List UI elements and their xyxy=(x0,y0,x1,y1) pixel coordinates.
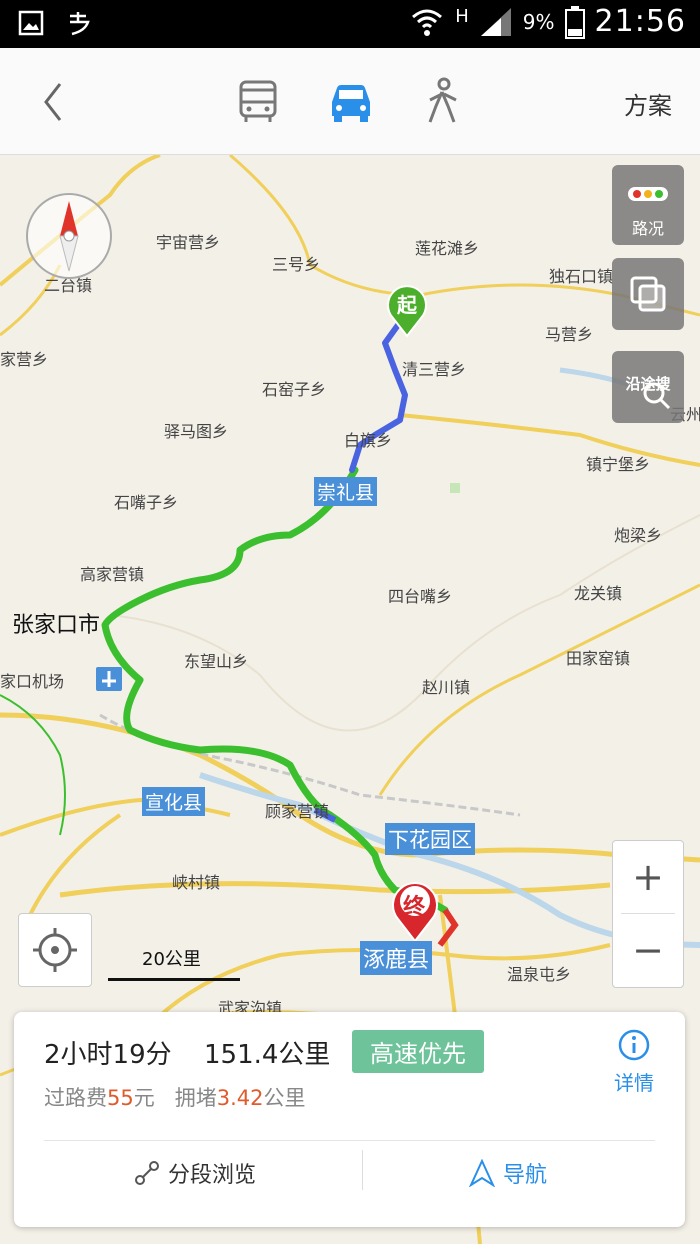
app-notification-icon xyxy=(70,12,90,36)
place-label: 四台嘴乡 xyxy=(388,587,453,606)
place-label: 高家营镇 xyxy=(80,565,145,584)
card-divider xyxy=(44,1140,655,1141)
status-bar: H 9% 21:56 xyxy=(0,0,700,48)
scale-line xyxy=(108,978,240,981)
place-label: 家营乡 xyxy=(0,350,49,369)
along-route-search-button[interactable]: 沿途搜 xyxy=(612,351,684,423)
route-preference-badge: 高速优先 xyxy=(352,1030,484,1073)
scale-bar: 20公里 xyxy=(108,945,240,985)
walk-icon[interactable] xyxy=(418,76,468,126)
place-label: 温泉屯乡 xyxy=(507,965,572,984)
place-label: 镇宁堡乡 xyxy=(586,455,651,474)
place-label: 白旗乡 xyxy=(344,431,393,450)
place-label: 石嘴子乡 xyxy=(114,493,179,512)
back-icon[interactable] xyxy=(34,78,74,126)
place-label: 马营乡 xyxy=(545,325,594,344)
place-label: 田家窑镇 xyxy=(566,649,631,668)
place-label: 驿马图乡 xyxy=(164,422,229,441)
route-costs: 过路费55元 拥堵3.42公里 xyxy=(44,1082,306,1112)
traffic-button[interactable]: 路况 xyxy=(612,165,684,245)
zoom-out-button[interactable]: − xyxy=(613,914,683,986)
county-label: 宣化县 xyxy=(142,787,206,816)
route-segments-icon xyxy=(135,1161,159,1185)
bus-icon[interactable] xyxy=(233,76,283,126)
city-label: 张家口市 xyxy=(12,613,101,638)
search-icon xyxy=(643,382,671,410)
place-label: 炮梁乡 xyxy=(614,526,663,545)
place-label: 顾家营镇 xyxy=(265,802,330,821)
start-marker-label: 起 xyxy=(397,293,417,317)
signal-icon xyxy=(480,7,511,36)
county-label: 下花园区 xyxy=(385,823,475,855)
navigate-button[interactable]: 导航 xyxy=(469,1157,547,1189)
scale-label: 20公里 xyxy=(142,949,201,970)
place-label: 东望山乡 xyxy=(184,652,249,671)
zoom-in-button[interactable]: + xyxy=(613,841,683,913)
battery-icon xyxy=(564,5,585,39)
details-button[interactable]: 详情 xyxy=(609,1028,659,1096)
place-label: 清三营乡 xyxy=(402,360,467,379)
locate-button[interactable] xyxy=(18,913,92,987)
route-distance: 151.4公里 xyxy=(204,1040,331,1070)
navigate-label: 导航 xyxy=(503,1163,548,1188)
place-label: 家口机场 xyxy=(0,672,65,691)
place-label: 宇宙营乡 xyxy=(156,233,221,252)
toll-label: 过路费 xyxy=(44,1086,107,1110)
traffic-label: 路况 xyxy=(631,219,664,238)
jam-value: 3.42 xyxy=(216,1086,264,1110)
card-vertical-divider xyxy=(362,1150,363,1190)
plan-button[interactable]: 方案 xyxy=(624,86,672,121)
route-mode-bar: 方案 xyxy=(0,48,700,155)
zoom-control: + − xyxy=(612,840,684,988)
place-label: 峡村镇 xyxy=(172,873,221,892)
toll-unit: 元 xyxy=(133,1086,155,1110)
place-label: 独石口镇 xyxy=(549,267,614,286)
clock: 21:56 xyxy=(594,4,686,39)
layers-button[interactable] xyxy=(612,258,684,330)
jam-label: 拥堵 xyxy=(174,1086,217,1110)
gallery-icon xyxy=(18,10,44,36)
network-type: H xyxy=(455,6,469,27)
traffic-light-icon xyxy=(628,187,668,201)
place-label: 赵川镇 xyxy=(422,678,471,697)
segment-browse-label: 分段浏览 xyxy=(168,1163,257,1188)
info-icon xyxy=(618,1029,650,1061)
place-label: 龙关镇 xyxy=(574,584,623,603)
route-summary-card[interactable]: 2小时19分 151.4公里 高速优先 过路费55元 拥堵3.42公里 详情 分… xyxy=(14,1012,685,1227)
toll-value: 55 xyxy=(107,1086,134,1110)
layers-icon xyxy=(630,276,666,312)
car-icon[interactable] xyxy=(326,76,376,126)
battery-percent: 9% xyxy=(522,9,555,34)
county-label: 崇礼县 xyxy=(314,477,378,506)
details-label: 详情 xyxy=(614,1071,654,1095)
navigation-arrow-icon xyxy=(469,1159,495,1187)
county-label: 涿鹿县 xyxy=(360,941,433,975)
segment-browse-button[interactable]: 分段浏览 xyxy=(134,1157,256,1189)
route-duration: 2小时19分 xyxy=(44,1040,172,1070)
jam-unit: 公里 xyxy=(263,1086,306,1110)
place-label: 石窑子乡 xyxy=(262,380,327,399)
place-label: 三号乡 xyxy=(272,255,321,274)
place-label: 莲花滩乡 xyxy=(415,239,480,258)
crosshair-icon xyxy=(33,928,77,972)
wifi-icon xyxy=(412,9,443,36)
end-marker-label: 终 xyxy=(403,895,426,920)
compass-icon[interactable] xyxy=(26,193,112,279)
